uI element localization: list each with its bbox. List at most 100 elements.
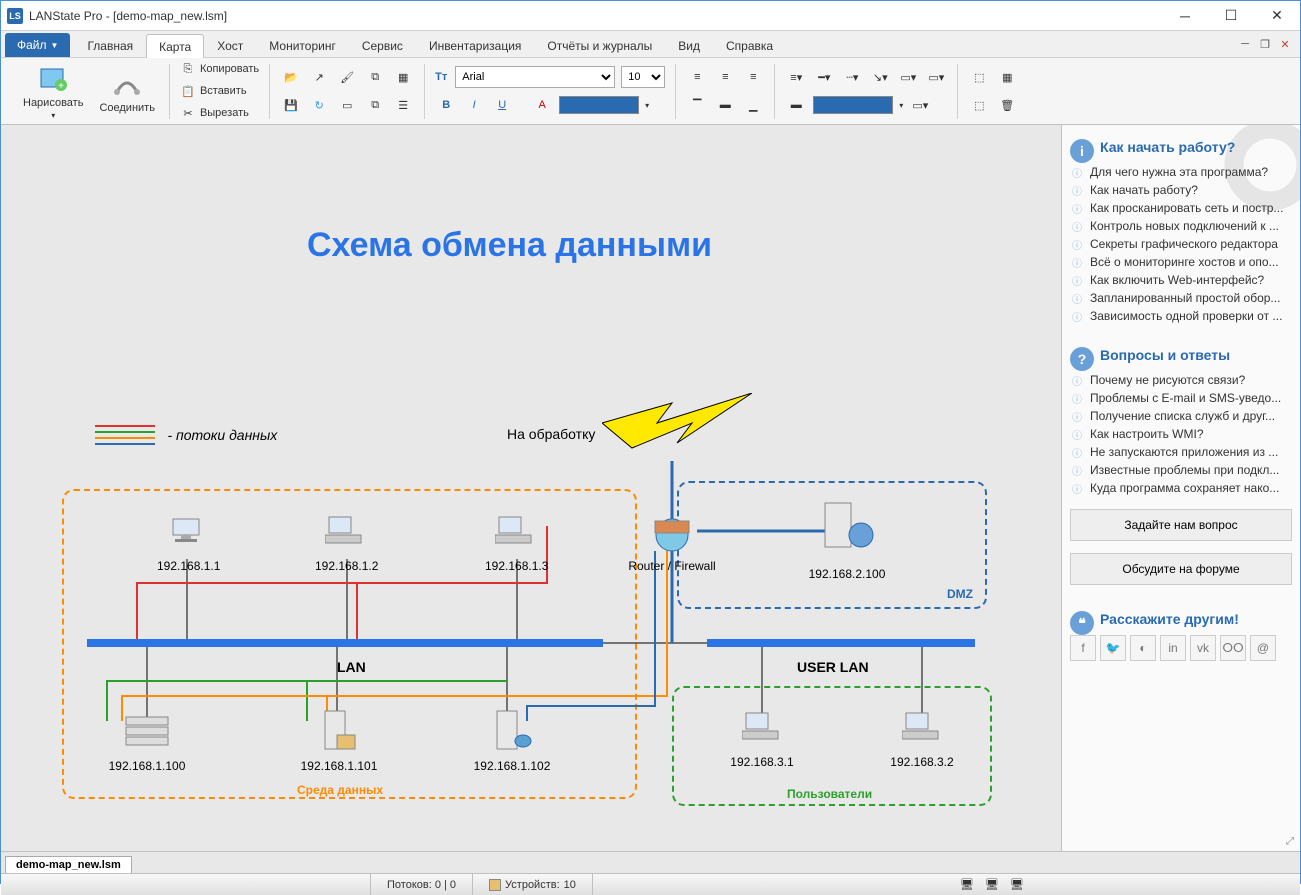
faq-item[interactable]: Известные проблемы при подкл... xyxy=(1070,461,1292,479)
export-icon[interactable]: ↗ xyxy=(308,66,330,88)
status-icon-a[interactable]: 🖥 xyxy=(960,878,974,891)
email-icon[interactable]: @ xyxy=(1250,635,1276,661)
line-weight-icon[interactable]: ━▾ xyxy=(813,66,835,88)
tab-help[interactable]: Справка xyxy=(713,33,786,57)
tool-a-icon[interactable]: ⬚ xyxy=(968,66,990,88)
paste-button[interactable]: 📋Вставить xyxy=(180,81,259,101)
device-srv2[interactable] xyxy=(317,709,361,753)
tab-view[interactable]: Вид xyxy=(665,33,713,57)
valign-mid-icon[interactable]: ▬ xyxy=(714,94,736,116)
help-item[interactable]: Как включить Web-интерфейс? xyxy=(1070,271,1292,289)
device-srv1[interactable] xyxy=(122,713,172,749)
layers-icon[interactable]: ☰ xyxy=(392,94,414,116)
collapse-panel-icon[interactable]: ⤢ xyxy=(1286,836,1294,847)
refresh-icon[interactable]: ↻ xyxy=(308,94,330,116)
dup-icon[interactable]: ⧉ xyxy=(364,94,386,116)
align-center-icon[interactable]: ≡ xyxy=(714,66,736,88)
help-item[interactable]: Для чего нужна эта программа? xyxy=(1070,163,1292,181)
minimize-button[interactable]: ─ xyxy=(1162,1,1208,31)
send-back-icon[interactable]: ▭▾ xyxy=(925,66,947,88)
arrow-icon[interactable]: ↘▾ xyxy=(869,66,891,88)
font-family-select[interactable]: Arial xyxy=(455,66,615,88)
opacity-icon[interactable]: ▭▾ xyxy=(909,94,931,116)
file-menu[interactable]: Файл ▼ xyxy=(5,33,70,57)
close-button[interactable]: ✕ xyxy=(1254,1,1300,31)
group-icon[interactable]: ⧉ xyxy=(364,66,386,88)
ok-icon[interactable]: ⵔⵔ xyxy=(1220,635,1246,661)
device-pc2[interactable] xyxy=(325,515,365,545)
page-icon[interactable]: ▭ xyxy=(336,94,358,116)
tool-b-icon[interactable]: ▦ xyxy=(996,66,1018,88)
mdi-close-icon[interactable]: ✕ xyxy=(1278,37,1292,51)
mdi-restore-icon[interactable]: ❐ xyxy=(1258,37,1272,51)
device-u1[interactable] xyxy=(742,711,782,741)
bring-front-icon[interactable]: ▭▾ xyxy=(897,66,919,88)
tab-service[interactable]: Сервис xyxy=(349,33,416,57)
tool-d-icon[interactable]: 🗑 xyxy=(996,94,1018,116)
valign-top-icon[interactable]: ▔ xyxy=(686,94,708,116)
ask-question-button[interactable]: Задайте нам вопрос xyxy=(1070,509,1292,541)
map-canvas[interactable]: Схема обмена данными - потоки данных На … xyxy=(1,125,1062,851)
forum-button[interactable]: Обсудите на форуме xyxy=(1070,553,1292,585)
device-u2[interactable] xyxy=(902,711,942,741)
font-color-icon[interactable]: A xyxy=(531,94,553,116)
bold-icon[interactable]: B xyxy=(435,94,457,116)
rss-icon[interactable]: ◐ xyxy=(1130,635,1156,661)
help-item[interactable]: Как просканировать сеть и постр... xyxy=(1070,199,1292,217)
status-icon-b[interactable]: 🖥 xyxy=(985,878,999,891)
tool-c-icon[interactable]: ⬚ xyxy=(968,94,990,116)
device-srv3[interactable] xyxy=(489,709,533,753)
cut-button[interactable]: ✂Вырезать xyxy=(180,103,259,123)
tab-monitoring[interactable]: Мониторинг xyxy=(256,33,349,57)
vk-icon[interactable]: vk xyxy=(1190,635,1216,661)
font-size-select[interactable]: 10 xyxy=(621,66,665,88)
help-item[interactable]: Секреты графического редактора xyxy=(1070,235,1292,253)
save-icon[interactable]: 💾 xyxy=(280,94,302,116)
brush-icon[interactable]: 🖌 xyxy=(336,66,358,88)
titlebar: LS LANState Pro - [demo-map_new.lsm] ─ ☐… xyxy=(1,1,1300,31)
help-item[interactable]: Контроль новых подключений к ... xyxy=(1070,217,1292,235)
device-pc1[interactable] xyxy=(167,515,207,545)
help-item[interactable]: Зависимость одной проверки от ... xyxy=(1070,307,1292,325)
help-item[interactable]: Всё о мониторинге хостов и опо... xyxy=(1070,253,1292,271)
tab-map[interactable]: Карта xyxy=(146,34,204,58)
italic-icon[interactable]: I xyxy=(463,94,485,116)
mdi-minimize-icon[interactable]: ─ xyxy=(1238,37,1252,51)
device-pc3[interactable] xyxy=(495,515,535,545)
copy-button[interactable]: ⎘Копировать xyxy=(180,59,259,79)
faq-item[interactable]: Куда программа сохраняет нако... xyxy=(1070,479,1292,497)
faq-item[interactable]: Получение списка служб и друг... xyxy=(1070,407,1292,425)
draw-button[interactable]: + Нарисовать ▾ xyxy=(15,61,91,122)
align-left-icon[interactable]: ≡ xyxy=(686,66,708,88)
status-icon-c[interactable]: 🖥 xyxy=(1010,878,1024,891)
connect-button[interactable]: Соединить xyxy=(91,66,163,116)
open-icon[interactable]: 📂 xyxy=(280,66,302,88)
tab-reports[interactable]: Отчёты и журналы xyxy=(534,33,665,57)
device-router[interactable] xyxy=(647,515,697,555)
valign-bot-icon[interactable]: ▁ xyxy=(742,94,764,116)
help-item[interactable]: Запланированный простой обор... xyxy=(1070,289,1292,307)
device-dmz[interactable] xyxy=(817,499,877,553)
faq-item[interactable]: Как настроить WMI? xyxy=(1070,425,1292,443)
doc-tab[interactable]: demo-map_new.lsm xyxy=(5,856,132,873)
line-dash-icon[interactable]: ┄▾ xyxy=(841,66,863,88)
faq-item[interactable]: Не запускаются приложения из ... xyxy=(1070,443,1292,461)
line-style-icon[interactable]: ≡▾ xyxy=(785,66,807,88)
faq-item[interactable]: Почему не рисуются связи? xyxy=(1070,371,1292,389)
shape-color-box[interactable] xyxy=(813,96,893,114)
align-right-icon[interactable]: ≡ xyxy=(742,66,764,88)
twitter-icon[interactable]: 🐦 xyxy=(1100,635,1126,661)
fill-color-box[interactable] xyxy=(559,96,639,114)
maximize-button[interactable]: ☐ xyxy=(1208,1,1254,31)
tab-host[interactable]: Хост xyxy=(204,33,256,57)
facebook-icon[interactable]: f xyxy=(1070,635,1096,661)
faq-item[interactable]: Проблемы с E-mail и SMS-уведо... xyxy=(1070,389,1292,407)
linkedin-icon[interactable]: in xyxy=(1160,635,1186,661)
tab-inventory[interactable]: Инвентаризация xyxy=(416,33,534,57)
shape-fill-icon[interactable]: ▬ xyxy=(785,94,807,116)
tab-main[interactable]: Главная xyxy=(74,33,146,57)
status-devices: Устройств: 10 xyxy=(473,874,593,895)
underline-icon[interactable]: U xyxy=(491,94,513,116)
paint-icon[interactable]: ▦ xyxy=(392,66,414,88)
help-item[interactable]: Как начать работу? xyxy=(1070,181,1292,199)
